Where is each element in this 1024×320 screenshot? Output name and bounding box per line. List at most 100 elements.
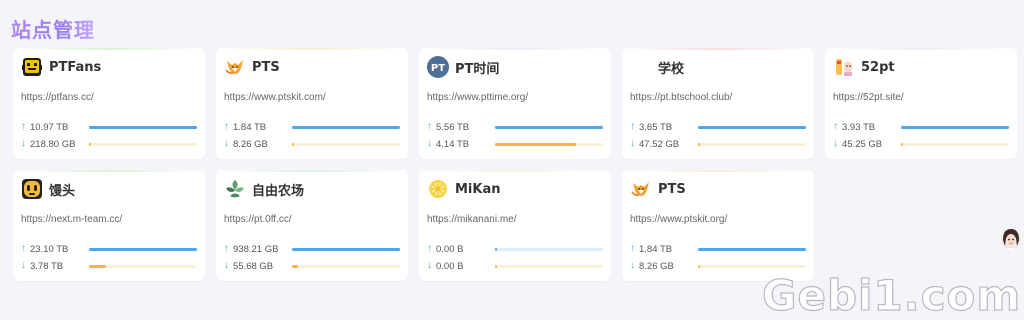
download-arrow-icon: ↓ <box>833 138 838 149</box>
download-arrow-icon: ↓ <box>224 260 229 271</box>
upload-progress-track <box>89 125 197 129</box>
upload-value: 23.10 TB <box>30 243 69 255</box>
site-grid: PTFans https://ptfans.cc/ ↑ 10.97 TB ↓ 218.80… <box>13 48 1023 281</box>
upload-arrow-icon: ↑ <box>427 121 432 132</box>
site-card[interactable]: PTFans https://ptfans.cc/ ↑ 10.97 TB ↓ 218.80… <box>13 48 205 159</box>
site-name: 学校 <box>658 61 685 77</box>
site-card[interactable]: MiKan https://mikanani.me/ ↑ 0.00 B ↓ 0.00 B <box>419 170 611 281</box>
download-progress-fill <box>292 264 299 268</box>
watermark-text: Gebi1.com <box>761 271 1022 320</box>
download-arrow-icon: ↓ <box>21 260 26 271</box>
download-arrow-icon: ↓ <box>630 138 635 149</box>
upload-arrow-icon: ↑ <box>21 121 26 132</box>
upload-progress-track <box>698 125 806 129</box>
site-url-link[interactable]: https://52pt.site/ <box>833 92 904 103</box>
site-name: MiKan <box>455 181 501 197</box>
download-progress-fill <box>901 142 904 146</box>
download-progress-track <box>292 264 400 268</box>
download-progress-track <box>495 142 603 146</box>
site-card-header: 自由农场 <box>224 178 304 200</box>
download-stat: ↓ 3.78 TB <box>21 260 197 272</box>
download-progress-track <box>698 142 806 146</box>
download-progress-fill <box>495 264 498 268</box>
site-name: 自由农场 <box>252 183 305 199</box>
upload-value: 938.21 GB <box>233 243 279 255</box>
site-card[interactable]: PTS https://www.ptskit.org/ ↑ 1.84 TB ↓ 8.26 … <box>622 170 814 281</box>
pttime-badge-icon: PT <box>427 56 449 78</box>
download-value: 8.26 GB <box>233 138 268 150</box>
site-card[interactable]: 自由农场 https://pt.0ff.cc/ ↑ 938.21 GB ↓ 55.68 G… <box>216 170 408 281</box>
site-card[interactable]: 学校 https://pt.btschool.club/ ↑ 3.65 TB ↓ 47.5… <box>622 48 814 159</box>
upload-arrow-icon: ↑ <box>630 243 635 254</box>
download-value: 218.80 GB <box>30 138 76 150</box>
site-url-link[interactable]: https://ptfans.cc/ <box>21 92 94 103</box>
page-title: 站点管理 <box>11 14 95 43</box>
upload-stat: ↑ 23.10 TB <box>21 243 197 255</box>
download-progress-fill <box>292 142 295 146</box>
pts-fox-icon <box>630 178 652 200</box>
upload-value: 10.97 TB <box>30 121 69 133</box>
site-url-link[interactable]: https://next.m-team.cc/ <box>21 214 122 225</box>
upload-arrow-icon: ↑ <box>224 121 229 132</box>
site-url-link[interactable]: https://pt.0ff.cc/ <box>224 214 292 225</box>
site-name: PTFans <box>49 59 102 75</box>
upload-progress-track <box>292 125 400 129</box>
site-url-link[interactable]: https://pt.btschool.club/ <box>630 92 732 103</box>
upload-arrow-icon: ↑ <box>630 121 635 132</box>
download-progress-fill <box>698 142 701 146</box>
upload-stat: ↑ 3.93 TB <box>833 121 1009 133</box>
upload-progress-fill <box>292 247 400 251</box>
upload-arrow-icon: ↑ <box>21 243 26 254</box>
site-card-header: PTFans <box>21 56 101 78</box>
download-stat: ↓ 45.25 GB <box>833 138 1009 150</box>
upload-progress-fill <box>89 125 197 129</box>
download-progress-track <box>901 142 1009 146</box>
pts-fox-icon <box>224 56 246 78</box>
upload-value: 0.00 B <box>436 243 464 255</box>
site-name: PTS <box>658 181 686 197</box>
download-arrow-icon: ↓ <box>427 138 432 149</box>
site-card[interactable]: 52pt https://52pt.site/ ↑ 3.93 TB ↓ 45.25 GB <box>825 48 1017 159</box>
download-value: 4.14 TB <box>436 138 470 150</box>
upload-progress-fill <box>495 125 603 129</box>
site-card[interactable]: 馒头 https://next.m-team.cc/ ↑ 23.10 TB ↓ 3.78 … <box>13 170 205 281</box>
upload-progress-track <box>292 247 400 251</box>
download-value: 45.25 GB <box>842 138 883 150</box>
download-stat: ↓ 218.80 GB <box>21 138 197 150</box>
download-arrow-icon: ↓ <box>427 260 432 271</box>
upload-progress-track <box>901 125 1009 129</box>
upload-progress-track <box>495 247 603 251</box>
upload-progress-fill <box>292 125 400 129</box>
farm-leaves-icon <box>224 178 246 200</box>
upload-progress-track <box>495 125 603 129</box>
download-progress-track <box>495 264 603 268</box>
upload-value: 3.93 TB <box>842 121 876 133</box>
upload-stat: ↑ 3.65 TB <box>630 121 806 133</box>
site-url-link[interactable]: https://www.ptskit.org/ <box>630 214 727 225</box>
upload-stat: ↑ 1.84 TB <box>224 121 400 133</box>
download-stat: ↓ 8.26 GB <box>224 138 400 150</box>
site-card-header: PT PT时间 <box>427 56 499 78</box>
site-card[interactable]: PT PT时间 https://www.pttime.org/ ↑ 5.56 TB ↓ 4.… <box>419 48 611 159</box>
site-card-header: 学校 <box>630 56 684 78</box>
download-stat: ↓ 47.52 GB <box>630 138 806 150</box>
mikan-lemon-icon <box>427 178 449 200</box>
upload-value: 1.84 TB <box>233 121 267 133</box>
upload-arrow-icon: ↑ <box>427 243 432 254</box>
svg-text:PT: PT <box>431 63 445 74</box>
site-card-header: 馒头 <box>21 178 75 200</box>
site-card[interactable]: PTS https://www.ptskit.com/ ↑ 1.84 TB ↓ 8.26 … <box>216 48 408 159</box>
52pt-character-icon <box>833 56 855 78</box>
upload-progress-track <box>89 247 197 251</box>
upload-arrow-icon: ↑ <box>833 121 838 132</box>
download-value: 0.00 B <box>436 260 464 272</box>
download-value: 8.26 GB <box>639 260 674 272</box>
site-url-link[interactable]: https://mikanani.me/ <box>427 214 516 225</box>
download-arrow-icon: ↓ <box>21 138 26 149</box>
download-arrow-icon: ↓ <box>630 260 635 271</box>
download-progress-track <box>698 264 806 268</box>
school-icon <box>630 56 652 78</box>
site-url-link[interactable]: https://www.pttime.org/ <box>427 92 528 103</box>
user-avatar-icon[interactable] <box>1000 226 1022 252</box>
site-url-link[interactable]: https://www.ptskit.com/ <box>224 92 326 103</box>
